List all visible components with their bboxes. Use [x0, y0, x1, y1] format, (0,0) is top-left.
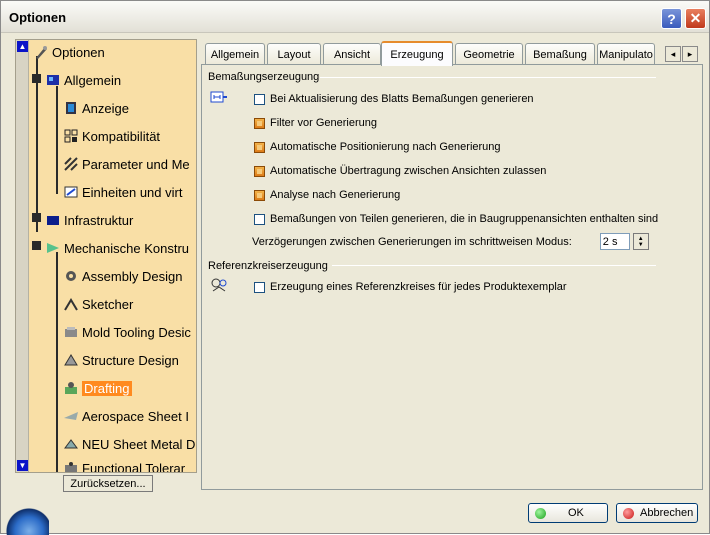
sheet-metal-icon [62, 436, 80, 452]
delay-label: Verzögerungen zwischen Generierungen im … [252, 235, 572, 248]
tab-scroll-left-icon[interactable]: ◂ [665, 46, 681, 62]
cancel-button[interactable]: Abbrechen [616, 503, 698, 523]
scroll-down-icon[interactable]: ▼ [17, 460, 28, 471]
checkbox[interactable] [254, 141, 265, 153]
options-dialog: Optionen ? ✕ ▲ ▼ Optionen Allgemein Anze… [0, 0, 710, 535]
tree-item-display[interactable]: Anzeige [62, 98, 129, 118]
checkbox[interactable] [254, 189, 265, 201]
tree-item-aerospace-sheet[interactable]: Aerospace Sheet I [62, 406, 189, 426]
cancel-icon [623, 507, 634, 519]
tree-item-sketcher[interactable]: Sketcher [62, 294, 133, 314]
reset-button[interactable]: Zurücksetzen... [63, 475, 153, 492]
tree-item-compatibility[interactable]: Kompatibilität [62, 126, 160, 146]
app-logo [1, 501, 49, 535]
compatibility-icon [62, 128, 80, 144]
dimension-generation-icon [210, 89, 228, 108]
parameters-icon [62, 156, 80, 172]
tree-item-infrastructure[interactable]: Infrastruktur [44, 210, 133, 230]
option-analysis-after-generation[interactable]: Analyse nach Generierung [254, 188, 400, 202]
checkbox[interactable] [254, 117, 265, 129]
tree-item-sheet-metal[interactable]: NEU Sheet Metal D [62, 434, 195, 454]
display-icon [62, 100, 80, 116]
ok-button[interactable]: OK [528, 503, 608, 523]
window-title: Optionen [9, 10, 67, 25]
section-title-dimension-generation: Bemaßungserzeugung [208, 71, 320, 83]
sketcher-icon [62, 296, 80, 312]
option-generate-on-update[interactable]: Bei Aktualisierung des Blatts Bemaßungen… [254, 92, 534, 106]
structure-design-icon [62, 352, 80, 368]
tab-erzeugung[interactable]: Erzeugung [381, 41, 453, 66]
collapse-toggle[interactable] [32, 74, 41, 83]
assembly-design-icon [62, 268, 80, 284]
option-reference-circle-per-instance[interactable]: Erzeugung eines Referenzkreises für jede… [254, 280, 567, 294]
option-auto-positioning[interactable]: Automatische Positionierung nach Generie… [254, 140, 501, 154]
tree-item-structure-design[interactable]: Structure Design [62, 350, 179, 370]
tab-allgemein[interactable]: Allgemein [205, 43, 265, 65]
expand-toggle[interactable] [32, 213, 41, 222]
checkbox[interactable] [254, 281, 265, 293]
section-divider [332, 265, 656, 266]
checkbox[interactable] [254, 93, 265, 105]
aerospace-sheet-icon [62, 408, 80, 424]
options-root-icon [32, 44, 50, 60]
settings-panel: Bemaßungserzeugung Bei Aktualisierung de… [201, 64, 703, 490]
tree-item-functional-tolerancing[interactable]: Functional Tolerar [62, 458, 185, 472]
tree-item-units[interactable]: Einheiten und virt [62, 182, 182, 202]
tab-layout[interactable]: Layout [267, 43, 321, 65]
tree-connector [56, 252, 58, 472]
tab-geometrie[interactable]: Geometrie [455, 43, 523, 65]
option-auto-transfer-between-views[interactable]: Automatische Übertragung zwischen Ansich… [254, 164, 546, 178]
tab-ansicht[interactable]: Ansicht [323, 43, 381, 65]
spin-down-icon[interactable]: ▼ [638, 242, 644, 248]
options-tree: ▲ ▼ Optionen Allgemein Anzeige Kompatibi… [15, 39, 197, 473]
tree-connector [56, 86, 58, 194]
functional-tolerancing-icon [62, 460, 80, 472]
option-filter-before-generation[interactable]: Filter vor Generierung [254, 116, 377, 130]
ok-icon [535, 507, 546, 519]
tab-manipulator[interactable]: Manipulato [597, 43, 655, 65]
reference-circle-icon [210, 277, 228, 296]
tree-content: Optionen Allgemein Anzeige Kompatibilitä… [30, 40, 196, 472]
close-button[interactable]: ✕ [685, 8, 706, 29]
checkbox[interactable] [254, 165, 265, 177]
tree-item-general[interactable]: Allgemein [44, 70, 121, 90]
tab-scroll-right-icon[interactable]: ▸ [682, 46, 698, 62]
checkbox[interactable] [254, 213, 265, 225]
tab-bemassung[interactable]: Bemaßung [525, 43, 595, 65]
option-generate-from-assembly-parts[interactable]: Bemaßungen von Teilen generieren, die in… [254, 212, 658, 226]
tree-item-assembly-design[interactable]: Assembly Design [62, 266, 182, 286]
tree-scrollbar[interactable]: ▲ ▼ [16, 40, 29, 472]
general-icon [44, 72, 62, 88]
delay-input[interactable] [599, 233, 630, 250]
help-button[interactable]: ? [661, 8, 682, 29]
title-bar[interactable]: Optionen ? ✕ [1, 1, 709, 33]
collapse-toggle[interactable] [32, 241, 41, 250]
units-icon [62, 184, 80, 200]
tree-item-parameters[interactable]: Parameter und Me [62, 154, 190, 174]
drafting-icon [62, 380, 80, 396]
tree-item-drafting[interactable]: Drafting [62, 378, 132, 398]
delay-row: Verzögerungen zwischen Generierungen im … [252, 233, 649, 250]
tree-item-options[interactable]: Optionen [32, 42, 105, 62]
section-title-reference-circle: Referenzkreiserzeugung [208, 260, 328, 272]
tree-item-mechanical-design[interactable]: Mechanische Konstru [44, 238, 189, 258]
mold-tooling-icon [62, 324, 80, 340]
scroll-up-icon[interactable]: ▲ [17, 41, 28, 52]
mechanical-design-icon [44, 240, 62, 256]
close-icon: ✕ [689, 10, 702, 26]
help-icon: ? [667, 10, 676, 27]
tab-bar: Allgemein Layout Ansicht Erzeugung Geome… [201, 41, 701, 66]
tree-item-mold-tooling[interactable]: Mold Tooling Desic [62, 322, 191, 342]
delay-spinner[interactable]: ▲ ▼ [632, 233, 649, 250]
section-divider [320, 77, 656, 78]
infrastructure-icon [44, 212, 62, 228]
